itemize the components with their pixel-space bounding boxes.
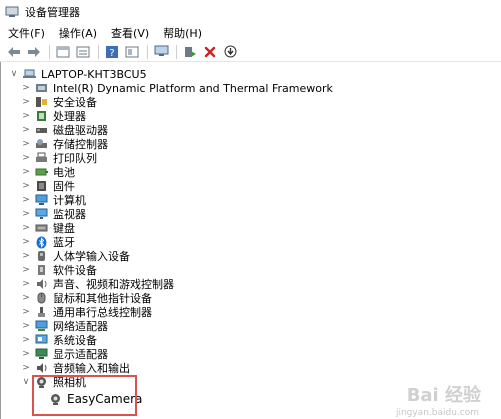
bluetooth-icon [35, 236, 48, 249]
chevron-right-icon[interactable]: > [21, 153, 31, 163]
chevron-right-icon[interactable]: > [21, 97, 31, 107]
menu-action[interactable]: 操作(A) [59, 25, 97, 41]
show-hide-icon[interactable] [75, 44, 91, 60]
toolbar-separator [147, 44, 148, 59]
tree-item-processor[interactable]: > 处理器 [21, 109, 86, 123]
thermal-framework-icon [35, 82, 48, 94]
menu-help[interactable]: 帮助(H) [163, 25, 202, 41]
tree-item-storage[interactable]: > 存储控制器 [21, 137, 108, 151]
disable-icon[interactable] [222, 44, 238, 60]
tree-item-hid[interactable]: > 人体学输入设备 [21, 249, 130, 263]
toolbar-separator [176, 44, 177, 59]
sound-video-icon [35, 278, 48, 290]
title-bar: 设备管理器 [0, 0, 501, 24]
tree-item-display[interactable]: > 显示适配器 [21, 347, 108, 361]
security-device-icon [35, 96, 48, 108]
properties-icon[interactable] [55, 44, 71, 60]
chevron-down-icon[interactable]: ∨ [21, 377, 31, 387]
tree-item-mouse[interactable]: > 鼠标和其他指针设备 [21, 291, 152, 305]
tree-item-security[interactable]: > 安全设备 [21, 95, 97, 109]
tree-root[interactable]: ∨ LAPTOP-KHT3BCU5 [9, 67, 147, 81]
mouse-icon [35, 292, 48, 304]
chevron-right-icon[interactable]: > [21, 279, 31, 289]
chevron-right-icon[interactable]: > [21, 111, 31, 121]
usb-icon [35, 306, 48, 318]
chevron-right-icon[interactable]: > [21, 223, 31, 233]
chevron-down-icon[interactable]: ∨ [9, 69, 19, 79]
tree-item-usb[interactable]: > 通用串行总线控制器 [21, 305, 152, 319]
network-adapter-icon [35, 320, 48, 332]
monitor-icon [35, 208, 48, 220]
menu-file[interactable]: 文件(F) [8, 25, 45, 41]
chevron-right-icon[interactable]: > [21, 265, 31, 275]
tree-item-bluetooth[interactable]: > 蓝牙 [21, 235, 75, 249]
uninstall-icon[interactable] [202, 44, 218, 60]
display-adapter-icon [35, 348, 48, 360]
laptop-icon [23, 68, 36, 80]
chevron-right-icon[interactable]: > [21, 349, 31, 359]
update-driver-icon[interactable] [182, 44, 198, 60]
chevron-right-icon[interactable]: > [21, 167, 31, 177]
chevron-right-icon[interactable]: > [21, 293, 31, 303]
chevron-right-icon[interactable]: > [21, 83, 31, 93]
tree-item-battery[interactable]: > 电池 [21, 165, 75, 179]
software-device-icon [35, 264, 48, 276]
chevron-right-icon[interactable]: > [21, 321, 31, 331]
processor-icon [35, 110, 48, 122]
hid-icon [35, 250, 48, 262]
storage-controller-icon [35, 138, 48, 150]
toolbar-separator [98, 44, 99, 59]
scan-monitor-icon[interactable] [153, 44, 169, 60]
chevron-right-icon[interactable]: > [21, 251, 31, 261]
baidu-watermark-url: jingyan.baidu.com [395, 408, 479, 418]
disk-drive-icon [35, 124, 48, 136]
chevron-right-icon[interactable]: > [21, 307, 31, 317]
tree-item-software[interactable]: > 软件设备 [21, 263, 97, 277]
view-icon[interactable] [124, 44, 140, 60]
tree-item-keyboard[interactable]: > 键盘 [21, 221, 75, 235]
camera-highlight-box [32, 375, 137, 416]
audio-io-icon [35, 362, 48, 374]
chevron-right-icon[interactable]: > [21, 195, 31, 205]
device-tree: ∨ LAPTOP-KHT3BCU5 > Intel(R) Dynamic Pla… [0, 62, 501, 419]
menu-view[interactable]: 查看(V) [111, 25, 149, 41]
keyboard-icon [35, 222, 48, 234]
toolbar-separator [49, 44, 50, 59]
tree-item-print-queue[interactable]: > 打印队列 [21, 151, 97, 165]
tree-item-disk[interactable]: > 磁盘驱动器 [21, 123, 108, 137]
tree-item-label: Intel(R) Dynamic Platform and Thermal Fr… [53, 81, 333, 95]
root-label: LAPTOP-KHT3BCU5 [41, 67, 147, 81]
toolbar: ? [0, 42, 501, 62]
svg-text:?: ? [109, 48, 114, 59]
device-manager-app-icon [5, 6, 19, 18]
forward-arrow-icon[interactable] [26, 44, 42, 60]
tree-item-computer[interactable]: > 计算机 [21, 193, 86, 207]
computer-icon [35, 194, 48, 206]
chevron-right-icon[interactable]: > [21, 139, 31, 149]
baidu-watermark: Bai 经验 [406, 385, 481, 406]
help-icon[interactable]: ? [104, 44, 120, 60]
battery-icon [35, 166, 48, 178]
firmware-icon [35, 180, 48, 192]
back-arrow-icon[interactable] [6, 44, 22, 60]
chevron-right-icon[interactable]: > [21, 335, 31, 345]
system-device-icon [35, 334, 48, 346]
print-queue-icon [35, 152, 48, 164]
tree-item-sound[interactable]: > 声音、视频和游戏控制器 [21, 277, 174, 291]
tree-item-monitor[interactable]: > 监视器 [21, 207, 86, 221]
tree-item-network[interactable]: > 网络适配器 [21, 319, 108, 333]
tree-item-firmware[interactable]: > 固件 [21, 179, 75, 193]
menu-bar: 文件(F) 操作(A) 查看(V) 帮助(H) [0, 24, 501, 42]
tree-item-thermal[interactable]: > Intel(R) Dynamic Platform and Thermal … [21, 81, 333, 95]
window-title: 设备管理器 [25, 6, 80, 19]
chevron-right-icon[interactable]: > [21, 181, 31, 191]
chevron-right-icon[interactable]: > [21, 237, 31, 247]
tree-item-system[interactable]: > 系统设备 [21, 333, 97, 347]
chevron-right-icon[interactable]: > [21, 363, 31, 373]
chevron-right-icon[interactable]: > [21, 125, 31, 135]
tree-item-audio-io[interactable]: > 音频输入和输出 [21, 361, 130, 375]
chevron-right-icon[interactable]: > [21, 209, 31, 219]
